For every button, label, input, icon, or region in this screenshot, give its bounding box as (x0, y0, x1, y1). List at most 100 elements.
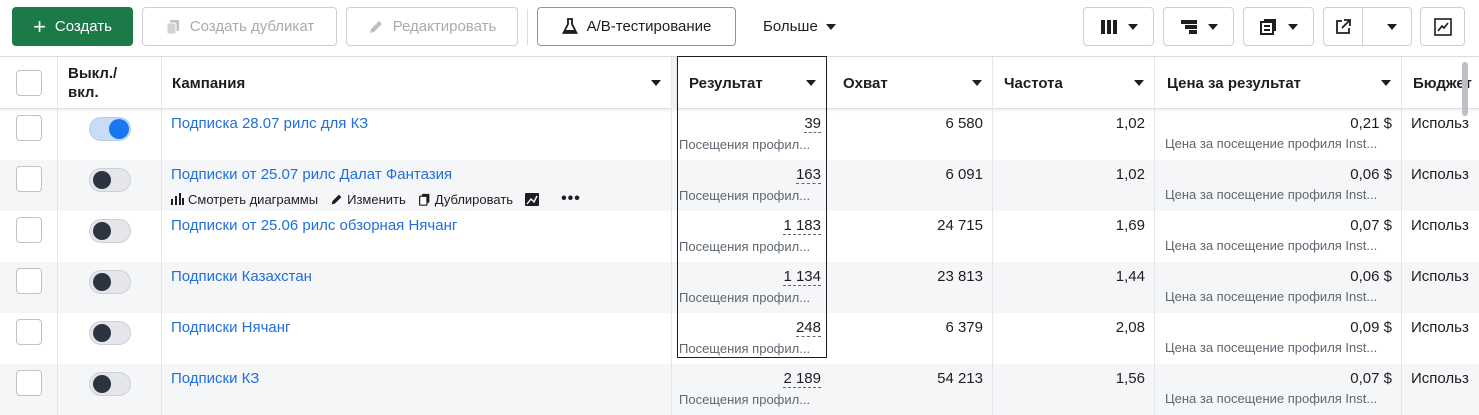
campaign-toggle[interactable] (88, 372, 131, 396)
export-button[interactable] (1323, 7, 1412, 46)
result-value[interactable]: 163 (795, 167, 821, 184)
flask-icon (561, 18, 578, 34)
result-value[interactable]: 248 (795, 320, 821, 337)
header-reach-label: Охват (843, 74, 888, 92)
reach-cell: 6 580 (827, 109, 993, 160)
table-row[interactable]: Подписки Нячанг 248 Посещения профил... … (0, 313, 1479, 364)
result-cell: 39 Посещения профил... (677, 109, 827, 160)
campaign-name-link[interactable]: Подписка 28.07 рилс для КЗ (171, 115, 368, 132)
result-value[interactable]: 39 (804, 116, 821, 133)
result-type: Посещения профил... (679, 239, 811, 254)
campaign-name-cell: Подписки от 25.06 рилс обзорная Нячанг (162, 211, 672, 262)
table-row[interactable]: Подписки КЗ 2 189 Посещения профил... 54… (0, 364, 1479, 415)
result-type: Посещения профил... (679, 290, 811, 305)
cost-type: Цена за посещение профиля Inst... (1165, 136, 1378, 151)
export-icon-area[interactable] (1324, 8, 1364, 45)
campaign-name-link[interactable]: Подписки от 25.07 рилс Далат Фантазия (171, 166, 452, 183)
cost-value: 0,06 $ (1350, 166, 1392, 183)
row-checkbox[interactable] (15, 166, 42, 192)
frequency-cell: 1,02 (993, 109, 1155, 160)
row-checkbox[interactable] (15, 319, 42, 345)
table-row[interactable]: Подписки от 25.07 рилс Далат Фантазия См… (0, 160, 1479, 211)
more-actions-icon[interactable]: ••• (561, 190, 581, 208)
vertical-scrollbar[interactable] (1462, 62, 1468, 116)
campaign-toggle[interactable] (88, 219, 131, 243)
campaign-name-link[interactable]: Подписки КЗ (171, 370, 259, 387)
row-checkbox[interactable] (15, 370, 42, 396)
table-row[interactable]: Подписки от 25.06 рилс обзорная Нячанг 1… (0, 211, 1479, 262)
header-frequency[interactable]: Частота (993, 57, 1155, 109)
budget-cell: Использ (1402, 160, 1479, 211)
row-checkbox[interactable] (15, 217, 42, 243)
header-campaign[interactable]: Кампания (162, 57, 672, 109)
result-value[interactable]: 1 183 (783, 218, 821, 235)
frequency-value: 1,69 (1115, 217, 1145, 234)
campaign-name-cell: Подписки КЗ (162, 364, 672, 415)
row-toggle-cell (58, 160, 162, 211)
chart-icon (1433, 17, 1452, 36)
cost-value: 0,21 $ (1350, 115, 1392, 132)
pencil-icon (369, 20, 382, 33)
cost-value: 0,07 $ (1350, 370, 1392, 387)
header-cost[interactable]: Цена за результат (1155, 57, 1402, 109)
create-button[interactable]: + Создать (12, 7, 133, 46)
table-row[interactable]: Подписки Казахстан 1 134 Посещения профи… (0, 262, 1479, 313)
campaign-toggle[interactable] (88, 168, 131, 192)
row-actions: Смотреть диаграммы Изменить Дублировать … (171, 190, 671, 208)
charts-toggle-button[interactable] (1420, 7, 1465, 46)
toggle-knob (92, 171, 111, 189)
create-label: Создать (54, 18, 112, 35)
campaign-toggle[interactable] (88, 321, 131, 345)
campaign-toggle[interactable] (88, 270, 131, 294)
edit-button[interactable]: Редактировать (346, 7, 518, 46)
campaign-name-link[interactable]: Подписки Казахстан (171, 268, 312, 285)
edit-label: Редактировать (392, 18, 497, 35)
budget-value: Использ (1411, 370, 1469, 387)
select-all-checkbox[interactable] (15, 70, 42, 96)
preview-action[interactable] (525, 192, 540, 206)
edit-action[interactable]: Изменить (330, 192, 406, 207)
row-checkbox[interactable] (15, 268, 42, 294)
cost-value: 0,09 $ (1350, 319, 1392, 336)
result-type: Посещения профил... (679, 137, 811, 152)
frequency-cell: 1,69 (993, 211, 1155, 262)
frequency-cell: 1,02 (993, 160, 1155, 211)
ab-test-button[interactable]: A/B-тестирование (537, 7, 736, 46)
frequency-value: 2,08 (1115, 319, 1145, 336)
toggle-knob (92, 222, 111, 240)
result-type: Посещения профил... (679, 341, 811, 356)
row-select-cell (0, 313, 58, 364)
reach-value: 6 580 (945, 115, 983, 132)
campaign-name-cell: Подписка 28.07 рилс для КЗ (162, 109, 672, 160)
header-campaign-label: Кампания (172, 74, 246, 92)
reports-button[interactable] (1243, 7, 1314, 46)
header-result[interactable]: Результат (677, 57, 827, 109)
campaign-name-cell: Подписки от 25.07 рилс Далат Фантазия См… (162, 160, 672, 211)
campaign-name-link[interactable]: Подписки от 25.06 рилс обзорная Нячанг (171, 217, 457, 234)
row-toggle-cell (58, 211, 162, 262)
duplicate-action[interactable]: Дублировать (418, 192, 513, 207)
duplicate-button[interactable]: Создать дубликат (142, 7, 337, 46)
image-icon (525, 192, 540, 206)
reach-value: 24 715 (937, 217, 983, 234)
table-row[interactable]: Подписка 28.07 рилс для КЗ 39 Посещения … (0, 109, 1479, 160)
view-charts-action[interactable]: Смотреть диаграммы (171, 192, 318, 207)
more-label: Больше (763, 18, 818, 35)
sort-icon (1381, 80, 1391, 86)
breakdown-button[interactable] (1163, 7, 1234, 46)
sort-icon (651, 80, 661, 86)
result-value[interactable]: 2 189 (783, 371, 821, 388)
result-value[interactable]: 1 134 (783, 269, 821, 286)
columns-button[interactable] (1083, 7, 1154, 46)
more-dropdown[interactable]: Больше (763, 7, 836, 46)
sort-icon (806, 80, 816, 86)
reach-cell: 24 715 (827, 211, 993, 262)
export-dropdown[interactable] (1372, 8, 1411, 45)
copy-icon (418, 193, 430, 206)
frequency-value: 1,56 (1115, 370, 1145, 387)
header-reach[interactable]: Охват (827, 57, 993, 109)
campaign-toggle[interactable] (88, 117, 131, 141)
row-checkbox[interactable] (15, 115, 42, 141)
cost-cell: 0,21 $ Цена за посещение профиля Inst... (1155, 109, 1402, 160)
campaign-name-link[interactable]: Подписки Нячанг (171, 319, 291, 336)
